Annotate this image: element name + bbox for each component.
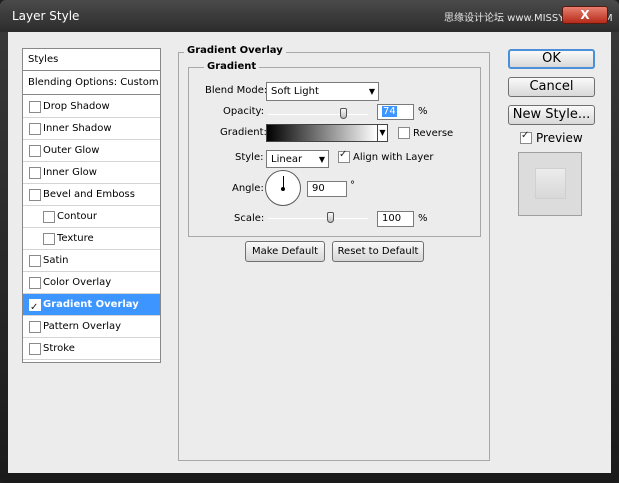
style-value: Linear	[271, 154, 303, 165]
align-with-layer-checkbox[interactable]	[338, 149, 350, 163]
style-item-color-overlay[interactable]: Color Overlay	[23, 272, 160, 294]
ok-button[interactable]: OK	[508, 49, 595, 69]
subgroup-title: Gradient	[204, 61, 260, 72]
checkbox-icon	[338, 149, 350, 163]
style-item-stroke[interactable]: Stroke	[23, 338, 160, 360]
style-item-inner-glow[interactable]: Inner Glow	[23, 162, 160, 184]
blend-mode-value: Soft Light	[271, 86, 319, 97]
checkbox-icon	[398, 127, 410, 139]
angle-dial[interactable]	[265, 170, 301, 206]
preview-checkbox[interactable]	[520, 130, 532, 144]
angle-dial-center	[281, 187, 285, 191]
group-title: Gradient Overlay	[184, 45, 286, 56]
style-item-checkbox[interactable]	[29, 277, 41, 289]
style-item-checkbox[interactable]	[29, 255, 41, 267]
preview-swatch	[535, 168, 566, 199]
angle-unit: °	[350, 180, 355, 191]
style-label: Style:	[235, 152, 264, 163]
style-item-label: Texture	[57, 233, 94, 244]
style-item-checkbox[interactable]	[29, 123, 41, 135]
style-item-label: Color Overlay	[43, 277, 112, 288]
style-item-label: Contour	[57, 211, 97, 222]
opacity-input[interactable]: 74	[377, 104, 414, 120]
blending-options-item[interactable]: Blending Options: Custom	[23, 72, 160, 95]
style-select[interactable]: Linear ▼	[266, 150, 329, 168]
align-with-layer-label: Align with Layer	[353, 152, 434, 163]
scale-unit: %	[418, 213, 428, 224]
chevron-down-icon: ▼	[379, 128, 386, 137]
style-item-label: Inner Shadow	[43, 123, 112, 134]
style-item-checkbox[interactable]	[43, 233, 55, 245]
style-item-checkbox[interactable]	[29, 145, 41, 157]
angle-label: Angle:	[232, 183, 264, 194]
style-item-checkbox[interactable]	[29, 321, 41, 333]
angle-value: 90	[312, 183, 325, 194]
style-item-label: Pattern Overlay	[43, 321, 122, 332]
scale-slider-track[interactable]	[268, 218, 368, 219]
style-item-checkbox[interactable]	[29, 343, 41, 355]
styles-list: Styles Blending Options: Custom Drop Sha…	[22, 48, 161, 363]
preview-label: Preview	[536, 131, 583, 145]
blend-mode-label: Blend Mode:	[205, 85, 268, 96]
scale-label: Scale:	[234, 213, 265, 224]
style-item-label: Stroke	[43, 343, 75, 354]
styles-header[interactable]: Styles	[23, 49, 160, 71]
style-item-inner-shadow[interactable]: Inner Shadow	[23, 118, 160, 140]
gradient-dropdown-button[interactable]: ▼	[377, 124, 388, 142]
chevron-down-icon: ▼	[318, 155, 325, 164]
style-item-outer-glow[interactable]: Outer Glow	[23, 140, 160, 162]
style-item-label: Satin	[43, 255, 69, 266]
style-item-satin[interactable]: Satin	[23, 250, 160, 272]
style-item-texture[interactable]: Texture	[23, 228, 160, 250]
scale-input[interactable]: 100	[377, 211, 414, 227]
angle-input[interactable]: 90	[307, 181, 347, 197]
scale-value: 100	[382, 213, 402, 224]
gradient-label: Gradient:	[220, 127, 267, 138]
style-item-bevel-and-emboss[interactable]: Bevel and Emboss	[23, 184, 160, 206]
style-item-checkbox[interactable]	[29, 101, 41, 113]
style-item-label: Bevel and Emboss	[43, 189, 135, 200]
opacity-unit: %	[418, 106, 428, 117]
checkbox-icon	[520, 130, 532, 144]
style-item-label: Outer Glow	[43, 145, 100, 156]
opacity-value: 74	[382, 106, 397, 117]
style-item-gradient-overlay[interactable]: Gradient Overlay	[23, 294, 160, 318]
style-item-contour[interactable]: Contour	[23, 206, 160, 228]
opacity-slider-track[interactable]	[268, 114, 368, 115]
reverse-checkbox[interactable]	[398, 127, 410, 139]
style-item-label: Drop Shadow	[43, 101, 110, 112]
gradient-swatch[interactable]	[266, 124, 378, 142]
blending-options-label: Blending Options: Custom	[28, 77, 159, 88]
style-item-label: Gradient Overlay	[43, 299, 139, 310]
opacity-slider-thumb[interactable]	[340, 108, 347, 119]
style-item-checkbox[interactable]	[43, 211, 55, 223]
window-title: Layer Style	[12, 9, 80, 23]
chevron-down-icon: ▼	[368, 87, 375, 96]
cancel-button[interactable]: Cancel	[508, 77, 595, 97]
style-item-pattern-overlay[interactable]: Pattern Overlay	[23, 316, 160, 338]
style-item-checkbox[interactable]	[29, 167, 41, 179]
styles-header-label: Styles	[28, 54, 59, 65]
reverse-label: Reverse	[413, 128, 454, 139]
close-button[interactable]: X	[562, 6, 608, 24]
blend-mode-select[interactable]: Soft Light ▼	[266, 82, 379, 101]
style-item-checkbox[interactable]	[29, 297, 41, 318]
style-item-checkbox[interactable]	[29, 189, 41, 201]
new-style-button[interactable]: New Style...	[508, 105, 595, 125]
make-default-button[interactable]: Make Default	[245, 241, 325, 262]
style-item-drop-shadow[interactable]: Drop Shadow	[23, 96, 160, 118]
scale-slider-thumb[interactable]	[327, 212, 334, 223]
style-item-label: Inner Glow	[43, 167, 97, 178]
close-icon: X	[580, 8, 590, 22]
reset-to-default-button[interactable]: Reset to Default	[332, 241, 424, 262]
opacity-label: Opacity:	[223, 106, 265, 117]
